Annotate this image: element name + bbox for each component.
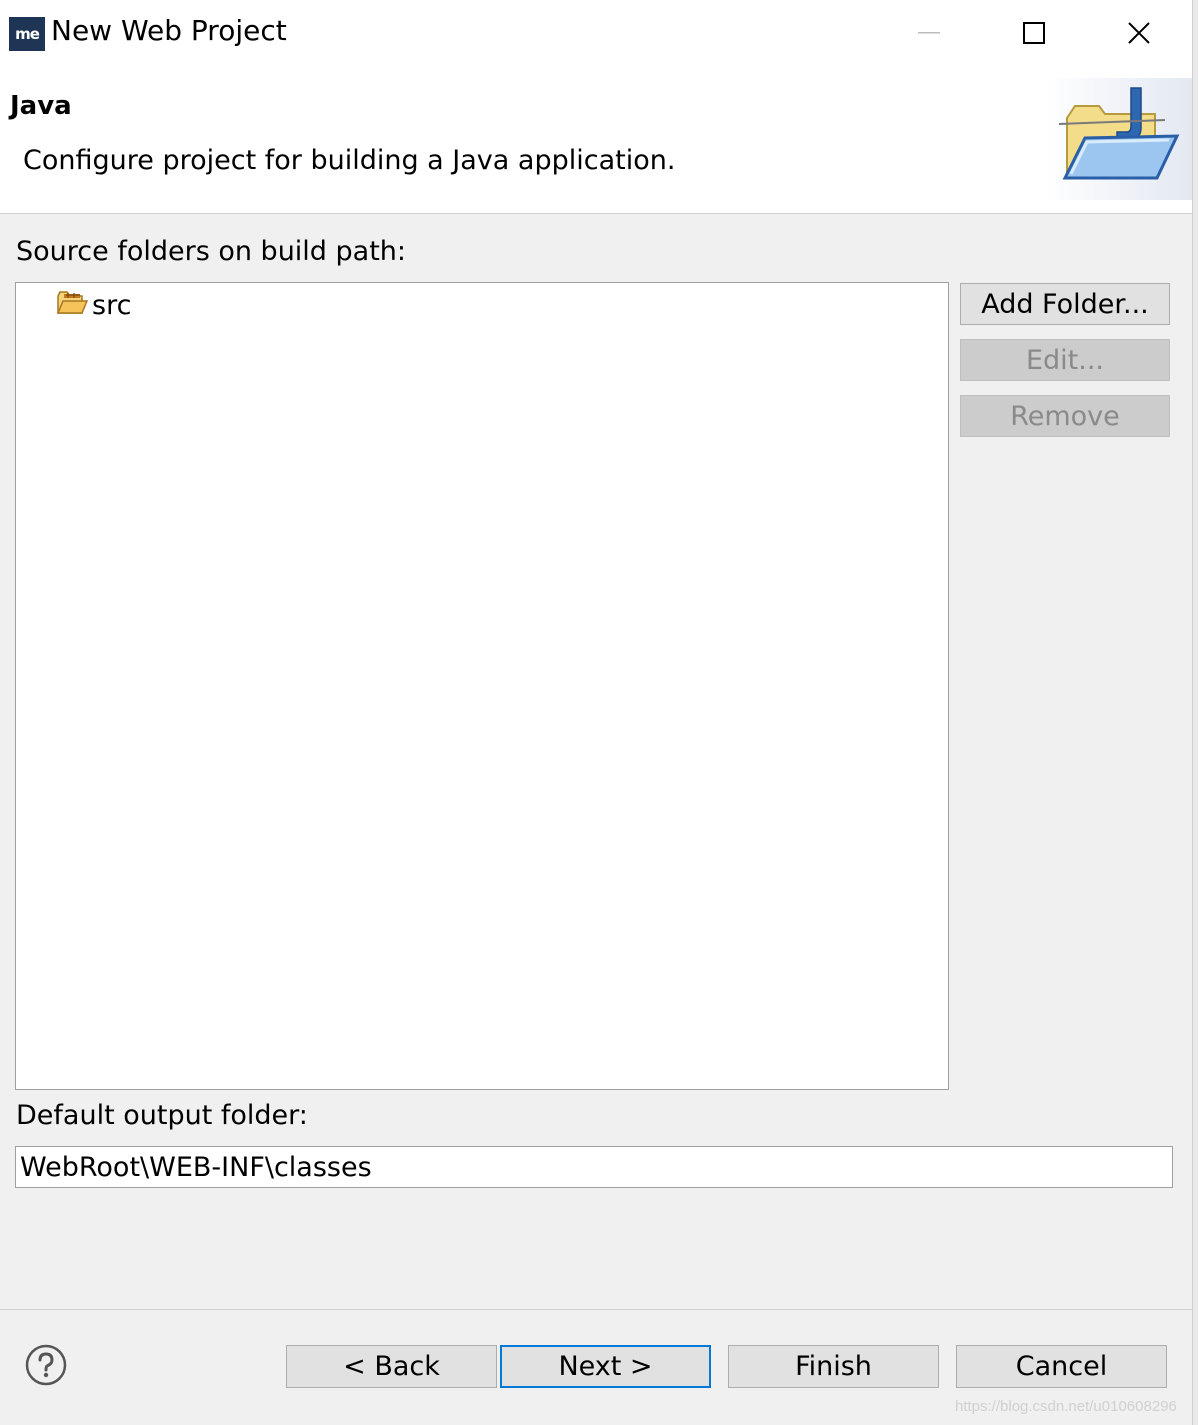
maximize-button[interactable] — [982, 0, 1086, 66]
edit-button[interactable]: Edit... — [960, 339, 1170, 381]
footer-divider — [0, 1309, 1192, 1310]
output-folder-input[interactable] — [15, 1146, 1173, 1188]
page-description: Configure project for building a Java ap… — [23, 145, 676, 176]
app-logo-icon: me — [9, 17, 45, 51]
page-title: Java — [10, 91, 72, 121]
maximize-icon — [1023, 22, 1045, 44]
minimize-button[interactable] — [877, 0, 981, 66]
minimize-icon — [918, 32, 940, 34]
close-button[interactable] — [1087, 0, 1191, 66]
next-button[interactable]: Next > — [500, 1345, 711, 1388]
watermark: https://blog.csdn.net/u010608296 — [955, 1398, 1177, 1415]
source-folders-label: Source folders on build path: — [16, 236, 407, 267]
output-folder-label: Default output folder: — [16, 1100, 308, 1131]
remove-button[interactable]: Remove — [960, 395, 1170, 437]
finish-button[interactable]: Finish — [728, 1345, 939, 1388]
dialog-window: me New Web Project Java Configure projec… — [0, 0, 1192, 1425]
java-folder-icon — [1045, 78, 1192, 200]
title-bar: me New Web Project — [0, 0, 1192, 66]
background-window-edge — [1192, 0, 1198, 1425]
tree-item-label: src — [92, 289, 132, 321]
cancel-button[interactable]: Cancel — [956, 1345, 1167, 1388]
back-button[interactable]: < Back — [286, 1345, 497, 1388]
window-title: New Web Project — [51, 14, 287, 47]
source-folder-icon — [56, 290, 89, 320]
source-folders-tree[interactable]: src — [15, 282, 949, 1090]
help-icon[interactable] — [25, 1344, 67, 1386]
tree-item-src[interactable]: src — [56, 287, 131, 323]
wizard-banner: Java Configure project for building a Ja… — [0, 66, 1192, 214]
add-folder-button[interactable]: Add Folder... — [960, 283, 1170, 325]
close-icon — [1128, 22, 1150, 44]
